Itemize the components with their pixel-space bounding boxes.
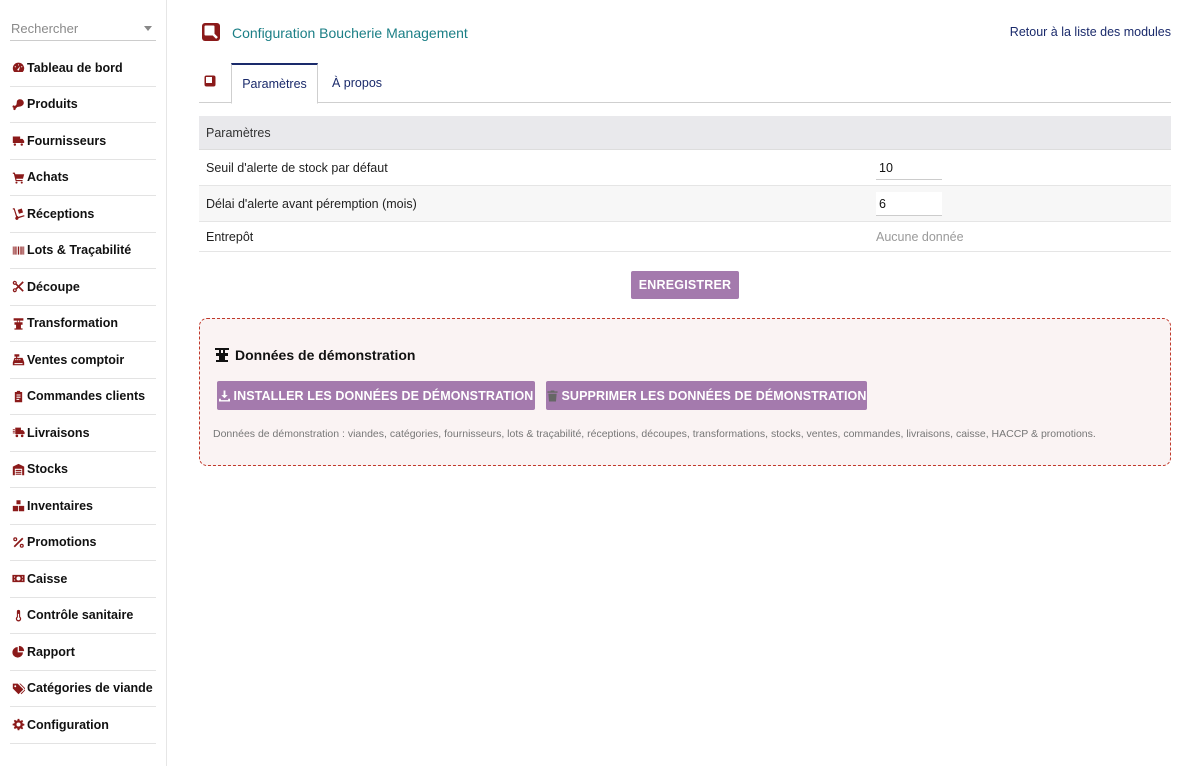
back-to-modules-link[interactable]: Retour à la liste des modules [1010, 25, 1171, 39]
demo-data-title: Données de démonstration [214, 347, 415, 363]
tags-icon [10, 681, 26, 695]
gear-icon [10, 718, 26, 732]
clipboard-icon [10, 389, 26, 403]
sidebar-item-label: Produits [27, 97, 78, 112]
sidebar-item-label: Rapport [27, 644, 75, 659]
param-label: Seuil d'alerte de stock par défaut [206, 160, 388, 175]
download-icon [218, 390, 230, 401]
sidebar-item-produits[interactable]: Produits [10, 87, 156, 123]
demo-data-description: Données de démonstration : viandes, caté… [213, 428, 1096, 440]
sidebar-item-label: Catégories de viande [27, 681, 153, 696]
percent-icon [10, 535, 26, 549]
sidebar-item-receptions[interactable]: Réceptions [10, 196, 156, 233]
barcode-icon [10, 243, 26, 257]
search-input[interactable] [10, 16, 156, 40]
sidebar-item-label: Stocks [27, 462, 68, 477]
warehouse-icon [10, 462, 26, 476]
sidebar-item-achats[interactable]: Achats [10, 160, 156, 196]
tab-parametres[interactable]: Paramètres [231, 63, 318, 104]
sidebar-item-ventes-comptoir[interactable]: Ventes comptoir [10, 342, 156, 379]
sidebar-item-categories-de-viande[interactable]: Catégories de viande [10, 671, 156, 707]
sidebar-item-configuration[interactable]: Configuration [10, 707, 156, 744]
warehouse-select[interactable]: Aucune donnée [876, 230, 964, 244]
param-row-warehouse: Entrepôt Aucune donnée [199, 222, 1171, 252]
install-demo-data-button[interactable]: INSTALLER LES DONNÉES DE DÉMONSTRATION [217, 381, 535, 410]
save-button[interactable]: ENREGISTRER [631, 271, 739, 299]
thermometer-icon [10, 608, 26, 622]
param-label: Entrepôt [206, 229, 254, 244]
sidebar-item-label: Commandes clients [27, 389, 146, 404]
drumstick-icon [10, 97, 26, 111]
sidebar-item-livraisons[interactable]: Livraisons [10, 415, 156, 452]
sidebar-item-label: Configuration [27, 717, 109, 732]
page-header: Configuration Boucherie Management Retou… [199, 20, 1171, 46]
stock-alert-input[interactable] [876, 156, 942, 180]
sidebar-item-stocks[interactable]: Stocks [10, 452, 156, 488]
delete-demo-data-label: SUPPRIMER LES DONNÉES DE DÉMONSTRATION [561, 388, 867, 403]
parameters-header: Paramètres [199, 116, 1171, 150]
sidebar-item-label: Livraisons [27, 425, 90, 440]
sidebar-item-label: Fournisseurs [27, 133, 107, 148]
pie-chart-icon [10, 645, 26, 659]
module-logo-icon [201, 22, 221, 42]
tab-bar: Paramètres À propos [199, 63, 1171, 104]
sidebar-item-rapport[interactable]: Rapport [10, 634, 156, 671]
sidebar: Tableau de bord Produits Fournisseurs Ac… [0, 0, 167, 766]
chevron-down-icon[interactable] [144, 26, 152, 31]
sidebar-item-label: Lots & Traçabilité [27, 243, 132, 258]
sidebar-item-lots-tracabilite[interactable]: Lots & Traçabilité [10, 233, 156, 269]
sidebar-item-inventaires[interactable]: Inventaires [10, 488, 156, 525]
install-demo-data-label: INSTALLER LES DONNÉES DE DÉMONSTRATION [233, 388, 534, 403]
sidebar-item-label: Achats [27, 170, 69, 185]
sidebar-item-commandes-clients[interactable]: Commandes clients [10, 379, 156, 415]
parameters-table: Paramètres Seuil d'alerte de stock par d… [199, 116, 1171, 252]
sidebar-item-promotions[interactable]: Promotions [10, 525, 156, 561]
expiry-alert-input[interactable] [876, 192, 942, 216]
sidebar-item-label: Tableau de bord [27, 60, 123, 75]
demo-data-title-text: Données de démonstration [235, 347, 416, 363]
sidebar-item-label: Contrôle sanitaire [27, 608, 134, 623]
sidebar-item-controle-sanitaire[interactable]: Contrôle sanitaire [10, 598, 156, 634]
sidebar-item-label: Découpe [27, 279, 80, 294]
module-tab-icon[interactable] [204, 75, 216, 87]
scissors-icon [10, 280, 26, 294]
param-row-expiry-alert: Délai d'alerte avant péremption (mois) [199, 186, 1171, 222]
boxes-icon [10, 499, 26, 513]
sidebar-item-label: Ventes comptoir [27, 352, 125, 367]
sidebar-item-label: Réceptions [27, 206, 95, 221]
sidebar-item-decoupe[interactable]: Découpe [10, 269, 156, 306]
shipping-icon [10, 426, 26, 440]
param-row-stock-alert: Seuil d'alerte de stock par défaut [199, 150, 1171, 186]
dolly-icon [10, 207, 26, 221]
sidebar-item-transformation[interactable]: Transformation [10, 306, 156, 342]
truck-icon [10, 134, 26, 148]
tachometer-icon [10, 61, 26, 75]
tab-a-propos[interactable]: À propos [332, 63, 382, 103]
cart-icon [10, 170, 26, 184]
trash-icon [546, 390, 558, 401]
sidebar-item-caisse[interactable]: Caisse [10, 561, 156, 598]
money-icon [10, 572, 26, 586]
sidebar-item-label: Transformation [27, 316, 118, 331]
sidebar-item-tableau-de-bord[interactable]: Tableau de bord [10, 50, 156, 87]
meat-grinder-icon [215, 348, 229, 362]
search-box[interactable] [10, 16, 156, 41]
demo-data-panel: Données de démonstration INSTALLER LES D… [199, 318, 1171, 466]
delete-demo-data-button[interactable]: SUPPRIMER LES DONNÉES DE DÉMONSTRATION [546, 381, 867, 410]
param-label: Délai d'alerte avant péremption (mois) [206, 196, 417, 211]
sidebar-menu: Tableau de bord Produits Fournisseurs Ac… [10, 50, 156, 744]
sidebar-item-label: Inventaires [27, 498, 94, 513]
sidebar-item-label: Promotions [27, 535, 97, 550]
page-title: Configuration Boucherie Management [232, 25, 468, 41]
meat-grinder-icon [10, 316, 26, 330]
sidebar-item-label: Caisse [27, 571, 68, 586]
sidebar-item-fournisseurs[interactable]: Fournisseurs [10, 123, 156, 160]
cash-register-icon [10, 353, 26, 367]
